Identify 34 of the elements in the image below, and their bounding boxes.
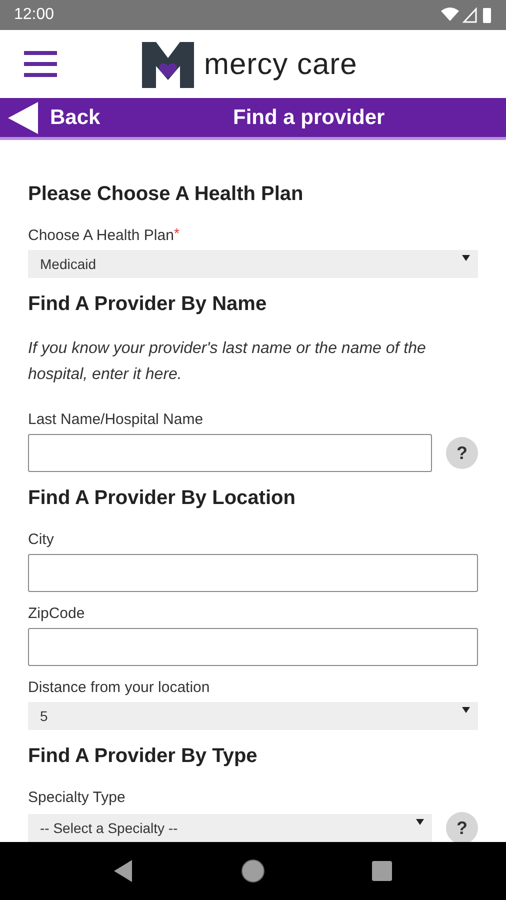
input-field[interactable] <box>28 554 478 592</box>
field-label: Last Name/Hospital Name <box>28 410 204 430</box>
menu-icon[interactable] <box>24 51 57 77</box>
help-button[interactable]: ? <box>446 437 478 469</box>
field-label: ZipCode <box>28 604 85 624</box>
field-label: Distance from your location <box>28 678 210 698</box>
recents-icon[interactable] <box>372 861 392 881</box>
dropdown[interactable]: 5 <box>28 702 478 730</box>
page-title: Find a provider <box>233 104 385 131</box>
status-icons-drawing <box>440 6 492 24</box>
logo-icon <box>142 40 194 88</box>
logo-text: mercy care <box>204 46 358 82</box>
back-icon[interactable] <box>114 860 134 882</box>
field-label: City <box>28 530 54 550</box>
home-icon[interactable] <box>240 859 265 883</box>
dropdown-arrow-icon <box>462 707 470 713</box>
help-button[interactable]: ? <box>446 812 478 842</box>
input-field[interactable] <box>28 434 432 472</box>
hint-text: If you know your provider's last name or the name of the hospital, enter it here. <box>28 339 427 385</box>
section-heading: Please Choose A Health Plan <box>28 182 304 206</box>
input-field[interactable] <box>28 628 478 666</box>
dropdown-arrow-icon <box>416 819 424 825</box>
back-button[interactable]: Back <box>0 102 100 134</box>
section-heading: Find A Provider By Type <box>28 744 258 768</box>
back-arrow-icon <box>8 102 38 134</box>
status-time: 12:00 <box>14 5 54 25</box>
field-label: Specialty Type <box>28 788 126 808</box>
dropdown[interactable]: Medicaid <box>28 250 478 278</box>
section-heading: Find A Provider By Location <box>28 486 296 510</box>
dropdown[interactable]: -- Select a Specialty -- <box>28 814 432 842</box>
section-heading: Find A Provider By Name <box>28 292 268 316</box>
dropdown-arrow-icon <box>462 255 470 261</box>
field-label: Choose A Health Plan <box>28 226 174 246</box>
required-mark: * <box>174 226 180 240</box>
